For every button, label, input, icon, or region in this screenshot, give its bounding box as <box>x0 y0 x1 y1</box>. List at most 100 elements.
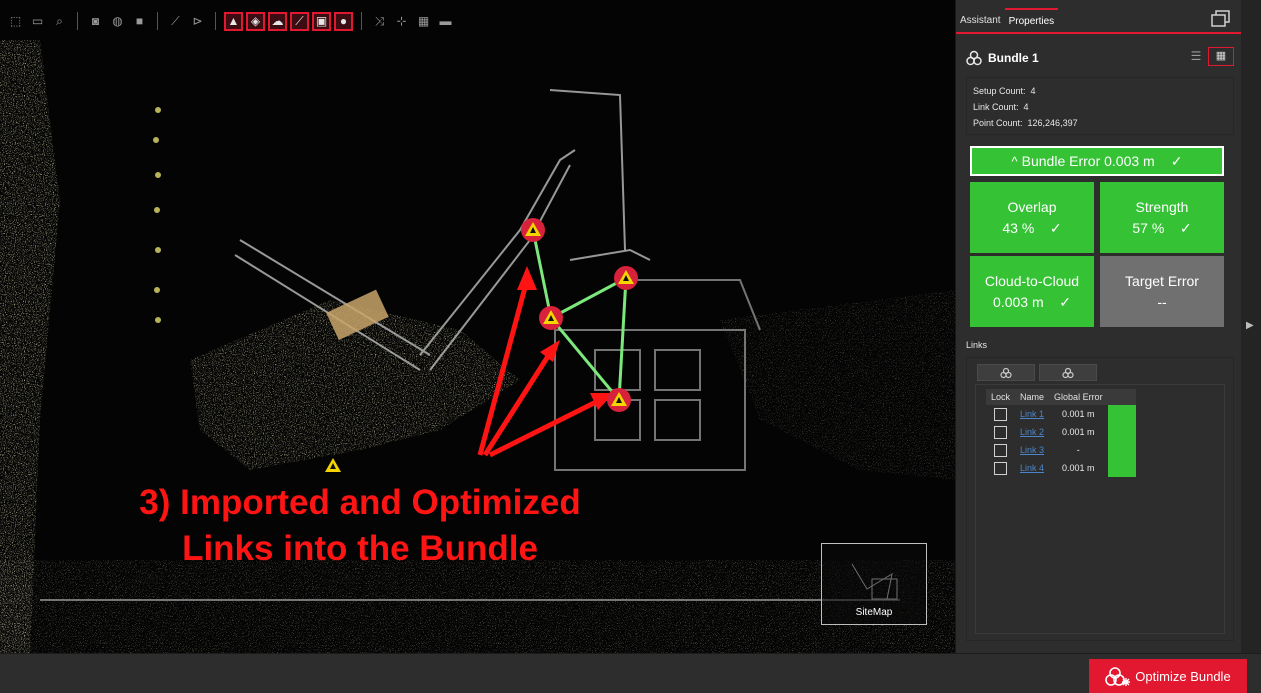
lock-checkbox[interactable] <box>994 425 1007 439</box>
column-header[interactable]: Lock <box>986 389 1016 405</box>
metric-title: Strength <box>1135 198 1189 215</box>
links-table-body: Link 1 0.001 m Link 2 0.001 m Link 3 - Link 4 0… <box>986 405 1136 477</box>
list-view-icon[interactable]: ☰ <box>1188 49 1204 65</box>
metric-title: Target Error <box>1125 272 1199 289</box>
column-header[interactable]: Name <box>1015 389 1050 405</box>
links-section-label: Links <box>966 340 988 350</box>
chevron-right-icon[interactable]: ▶ <box>1246 320 1254 331</box>
bottom-bar: Optimize Bundle <box>0 653 1261 693</box>
optimize-bundle-icon <box>1105 666 1131 686</box>
shuffle-icon[interactable]: ⤨ <box>370 12 389 31</box>
square-icon[interactable]: ■ <box>130 12 149 31</box>
stat-point-count: Point Count: 126,246,397 <box>973 115 1227 131</box>
measure-distance-icon[interactable]: ⟋ <box>290 11 309 31</box>
metric-value-row: 0.003 m ✓ <box>970 291 1094 313</box>
properties-panel: Assistant Properties Bundle 1 ☰ ▦ Setup … <box>955 0 1242 653</box>
bundle-stats: Setup Count: 4 Link Count: 4 Point Count… <box>966 77 1234 135</box>
point-cloud-viewport[interactable]: ⬚ ▭ ⌕ ◙ ◍ ■ ⟋ ⊳ ▲ ◈ ☁ ⟋ ▣ ● ⤨ ⊹ ▦ ▬ 3) Imported and Optim… <box>0 0 955 653</box>
toolbar-separator <box>215 12 216 30</box>
overlap-tile[interactable]: Overlap 43 % ✓ <box>970 182 1094 253</box>
collapse-caret-icon: ^ <box>1011 153 1018 169</box>
table-header-row: Lock Name Global Error <box>986 389 1136 405</box>
table-row[interactable]: Link 3 - <box>986 441 1136 459</box>
strength-tile[interactable]: Strength 57 % ✓ <box>1100 182 1224 253</box>
column-header-status <box>1107 389 1136 405</box>
error-cell: - <box>1076 445 1080 455</box>
check-icon: ✓ <box>1170 152 1183 169</box>
metric-value: 0.003 m <box>993 293 1044 310</box>
tab-assistant[interactable]: Assistant <box>956 8 1005 32</box>
metric-value: 57 % <box>1132 219 1165 236</box>
select-multiple-icon[interactable]: ▭ <box>28 12 47 31</box>
metric-value-row: 43 % ✓ <box>970 217 1094 239</box>
cloud-to-cloud-tile[interactable]: Cloud-to-Cloud 0.003 m ✓ <box>970 256 1094 327</box>
metric-value-row: 57 % ✓ <box>1100 217 1224 239</box>
name-cell: Link 1 <box>1015 405 1049 423</box>
name-cell: Link 2 <box>1015 423 1049 441</box>
column-header[interactable]: Global Error <box>1049 389 1108 405</box>
panel-tabs: Assistant Properties <box>956 8 1242 34</box>
stat-link-count: Link Count: 4 <box>973 99 1227 115</box>
tag-icon[interactable]: ◈ <box>246 11 265 31</box>
check-icon: ✓ <box>1059 293 1071 310</box>
cloud-icon[interactable]: ☁ <box>268 11 287 31</box>
stat-label: Point Count: <box>973 118 1023 128</box>
link-name[interactable]: Link 4 <box>1020 463 1044 473</box>
lock-checkbox[interactable] <box>994 407 1007 421</box>
links-table: Lock Name Global Error Link 1 0.001 m Link… <box>986 389 1136 477</box>
target-icon[interactable]: ▲ <box>224 11 243 31</box>
sitemap-thumbnail[interactable]: SiteMap <box>821 543 927 625</box>
check-icon: ✓ <box>1179 219 1192 236</box>
camera-icon[interactable]: ◙ <box>86 12 105 31</box>
bundle-icon <box>966 50 982 66</box>
toolbar-separator <box>157 12 158 30</box>
link-remove-icon <box>1062 367 1074 378</box>
stat-label: Setup Count: <box>973 86 1026 96</box>
measure-icon[interactable]: ⟋ <box>166 12 185 31</box>
sitemap-label: SiteMap <box>855 607 893 618</box>
annotation-text: 3) Imported and Optimized Links into the… <box>80 480 640 572</box>
name-cell: Link 3 <box>1015 441 1049 459</box>
metric-title: Cloud-to-Cloud <box>984 272 1080 289</box>
error-cell: 0.001 m <box>1062 463 1095 473</box>
optimize-bundle-button[interactable]: Optimize Bundle <box>1089 659 1247 693</box>
toolbar-separator <box>361 12 362 30</box>
scan-setup-icon[interactable]: ◍ <box>108 12 127 31</box>
link-name[interactable]: Link 3 <box>1020 445 1044 455</box>
tab-properties[interactable]: Properties <box>1004 8 1059 32</box>
bundle-header: Bundle 1 ☰ ▦ <box>966 45 1234 71</box>
viewport-toolbar: ⬚ ▭ ⌕ ◙ ◍ ■ ⟋ ⊳ ▲ ◈ ☁ ⟋ ▣ ● ⤨ ⊹ ▦ ▬ <box>6 8 455 34</box>
table-row[interactable]: Link 2 0.001 m <box>986 423 1136 441</box>
link-add-icon <box>1000 367 1012 378</box>
table-row[interactable]: Link 4 0.001 m <box>986 459 1136 477</box>
add-link-button[interactable] <box>977 364 1035 381</box>
lock-cell <box>986 423 1015 441</box>
panel-collapse-strip[interactable]: ▶ <box>1241 0 1261 653</box>
annotation-line-1: 3) Imported and Optimized <box>139 483 581 522</box>
lock-cell <box>986 441 1015 459</box>
stat-label: Link Count: <box>973 102 1019 112</box>
links-table-container: Lock Name Global Error Link 1 0.001 m Link… <box>975 384 1225 634</box>
lock-checkbox[interactable] <box>994 461 1007 475</box>
link-name[interactable]: Link 1 <box>1020 409 1044 419</box>
stat-setup-count: Setup Count: 4 <box>973 83 1227 99</box>
remove-link-button[interactable] <box>1039 364 1097 381</box>
zoom-fit-icon[interactable]: ⌕ <box>50 12 69 31</box>
grid-view-icon[interactable]: ▦ <box>1208 47 1234 66</box>
select-icon[interactable]: ⬚ <box>6 12 25 31</box>
location-pin-icon[interactable]: ● <box>334 11 353 31</box>
display-mode-icon[interactable]: ▬ <box>436 12 455 31</box>
target-error-tile[interactable]: Target Error -- <box>1100 256 1224 327</box>
bundle-error-button[interactable]: ^ Bundle Error 0.003 m ✓ <box>970 146 1224 176</box>
restore-window-icon[interactable] <box>1211 10 1231 27</box>
status-indicator <box>1107 423 1136 441</box>
table-row[interactable]: Link 1 0.001 m <box>986 405 1136 423</box>
add-point-icon[interactable]: ⊹ <box>392 12 411 31</box>
export-image-icon[interactable]: ▦ <box>414 12 433 31</box>
pick-icon[interactable]: ⊳ <box>188 12 207 31</box>
stat-value: 4 <box>1030 86 1036 96</box>
image-icon[interactable]: ▣ <box>312 11 331 31</box>
link-name[interactable]: Link 2 <box>1020 427 1044 437</box>
lock-checkbox[interactable] <box>994 443 1007 457</box>
error-cell: 0.001 m <box>1062 427 1095 437</box>
